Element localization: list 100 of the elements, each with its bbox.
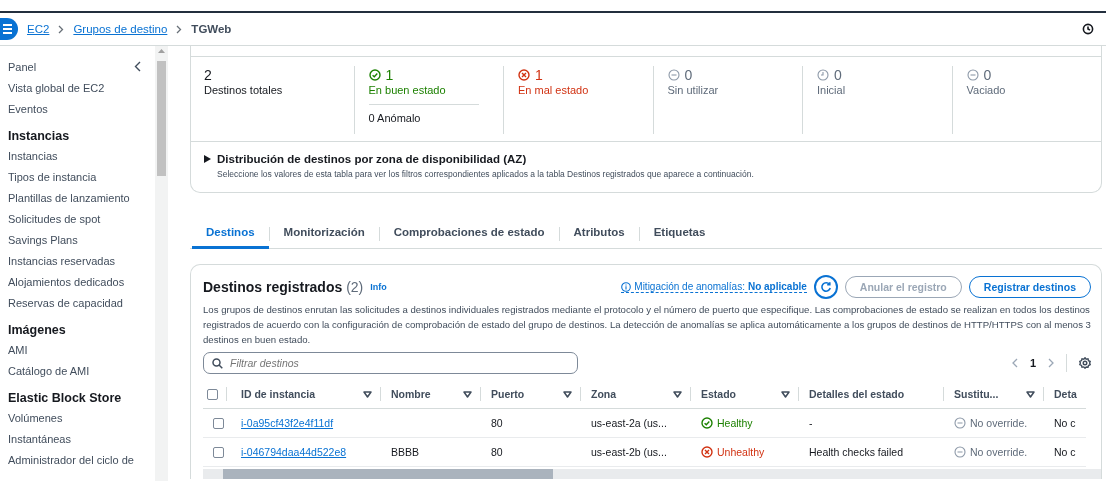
sidebar-item[interactable]: Reservas de capacidad: [8, 296, 123, 309]
search-field[interactable]: Filtrar destinos: [203, 352, 578, 374]
menu-button[interactable]: [0, 18, 18, 40]
sort-caret-icon[interactable]: [563, 390, 572, 398]
table-cell: No c: [1054, 417, 1076, 429]
minus-circle-icon: [966, 68, 979, 81]
tab[interactable]: Etiquetas: [639, 220, 720, 249]
stat-label: En mal estado: [518, 84, 590, 96]
column-header[interactable]: ID de instancia: [241, 388, 359, 400]
sidebar-item[interactable]: Instantáneas: [8, 432, 71, 445]
minus-circle-icon: [667, 68, 680, 81]
checkbox[interactable]: [213, 417, 224, 429]
refresh-button[interactable]: [813, 275, 838, 299]
info-icon: [621, 281, 632, 292]
check-circle-icon: [701, 417, 713, 429]
panel-description: Los grupos de destinos enrutan las solicitudes a destinos individuales registrados mediante el protocolo y el número de puerto que especifique. Las comprobaciones de estado se realizan en todos los destinos registrados de acuerdo con la configuración de comprobación de estado del grupo de destinos. La detección de anomalías se aplica automáticamente a los grupos de destinos de HTTP/HTTPS con al menos 3 destinos en buen estado.: [203, 303, 1092, 347]
table-cell: us-east-2b (us...: [591, 446, 667, 458]
sidebar-heading: Instancias: [8, 128, 71, 145]
sidebar-item[interactable]: Savings Plans: [8, 233, 78, 246]
minus-circle-icon: [954, 417, 966, 429]
breadcrumb-link[interactable]: Grupos de destino: [73, 23, 168, 35]
stat-value: 0: [834, 66, 842, 83]
register-button[interactable]: Registrar destinos: [968, 276, 1091, 298]
stat-value: 0: [983, 66, 992, 83]
breadcrumb-link[interactable]: EC2: [27, 23, 50, 35]
stat-value: 0: [684, 66, 693, 83]
sidebar-item[interactable]: Tipos de instancia: [8, 170, 97, 183]
sidebar-item[interactable]: Instancias reservadas: [8, 254, 115, 267]
table-cell: -: [809, 417, 813, 429]
page-number[interactable]: 1: [1029, 357, 1036, 369]
tab[interactable]: Comprobaciones de estado: [379, 220, 559, 249]
table-cell: BBBB: [391, 446, 419, 458]
error-circle-icon: [701, 446, 713, 458]
sidebar-item[interactable]: Plantillas de lanzamiento: [8, 191, 130, 204]
sidebar-item[interactable]: Panel: [8, 60, 37, 73]
error-circle-icon: [518, 68, 530, 81]
section-title[interactable]: Distribución de destinos por zona de disponibilidad (AZ): [217, 153, 527, 165]
stat-label: Vaciado: [966, 84, 1007, 96]
scrollbar-thumb[interactable]: [157, 61, 166, 176]
sidebar-item[interactable]: Instancias: [8, 149, 58, 162]
panel-title: Destinos registrados (2): [203, 279, 364, 295]
status-text: Healthy: [717, 417, 753, 429]
stat-label: En buen estado: [368, 84, 447, 96]
column-header[interactable]: Deta: [1054, 388, 1086, 400]
sort-caret-icon[interactable]: [463, 390, 472, 398]
table-cell: Health checks failed: [809, 446, 903, 458]
sidebar-item[interactable]: Alojamientos dedicados: [8, 275, 125, 288]
refresh-icon: [819, 281, 832, 293]
sidebar-heading: Elastic Block Store: [8, 390, 123, 407]
tab[interactable]: Monitorización: [269, 220, 379, 249]
table-cell: us-east-2a (us...: [591, 417, 667, 429]
stat-value: 2: [204, 66, 212, 83]
sidebar-item[interactable]: Volúmenes: [8, 411, 63, 424]
sort-caret-icon[interactable]: [363, 390, 372, 398]
clock-icon[interactable]: [1082, 23, 1094, 35]
column-header[interactable]: Puerto: [491, 388, 559, 400]
stat-value: 1: [385, 66, 394, 83]
sidebar-item[interactable]: AMI: [8, 343, 28, 356]
instance-link[interactable]: i-046794daa44d522e8: [241, 446, 347, 458]
sidebar-heading: Imágenes: [8, 322, 67, 339]
check-circle-icon: [368, 68, 381, 81]
column-header[interactable]: Detalles del estado: [809, 388, 935, 400]
expand-triangle-icon[interactable]: [204, 155, 211, 163]
table-cell: No override.: [970, 446, 1028, 458]
chevron-icon: [58, 24, 65, 34]
search-icon: [212, 358, 223, 369]
column-header[interactable]: Estado: [701, 388, 777, 400]
section-hint: Seleccione los valores de esta tabla para ver los filtros correspondientes aplicados a la tabla Destinos registrados que aparece a continuación.: [216, 169, 755, 179]
status-text: Unhealthy: [717, 446, 765, 458]
sort-caret-icon[interactable]: [781, 390, 790, 398]
tab[interactable]: Destinos: [192, 220, 269, 249]
table-cell: No override.: [970, 417, 1028, 429]
sidebar-item[interactable]: Administrador del ciclo de: [8, 453, 134, 466]
collapse-icon[interactable]: [134, 61, 141, 72]
stat-label: Sin utilizar: [667, 84, 720, 96]
clock-icon: [817, 68, 829, 81]
info-link[interactable]: Info: [370, 282, 387, 292]
table-cell: 80: [491, 417, 503, 429]
sidebar-item[interactable]: Solicitudes de spot: [8, 212, 101, 225]
sort-caret-icon[interactable]: [673, 390, 682, 398]
column-header[interactable]: Nombre: [391, 388, 459, 400]
mitigation-link[interactable]: Mitigación de anomalías:No aplicable: [621, 281, 807, 293]
sidebar-item[interactable]: Eventos: [8, 102, 48, 115]
checkbox[interactable]: [207, 388, 218, 400]
column-header[interactable]: Zona: [591, 388, 669, 400]
sidebar-item[interactable]: Vista global de EC2: [8, 81, 105, 94]
checkbox[interactable]: [213, 446, 224, 458]
sort-caret-icon[interactable]: [1026, 390, 1035, 398]
instance-link[interactable]: i-0a95cf43f2e4f11df: [241, 417, 334, 429]
scrollbar-thumb[interactable]: [223, 469, 553, 479]
table-cell: No c: [1054, 446, 1076, 458]
stat-sublabel: 0 Anómalo: [368, 104, 479, 124]
stat-value: 1: [535, 66, 543, 83]
chevron-icon: [176, 24, 183, 34]
sidebar-item[interactable]: Catálogo de AMI: [8, 364, 90, 377]
minus-circle-icon: [954, 446, 966, 458]
table-cell: 80: [491, 446, 503, 458]
settings-icon[interactable]: [1079, 357, 1091, 369]
tab[interactable]: Atributos: [559, 220, 639, 249]
column-header[interactable]: Sustitu...: [954, 388, 1022, 400]
